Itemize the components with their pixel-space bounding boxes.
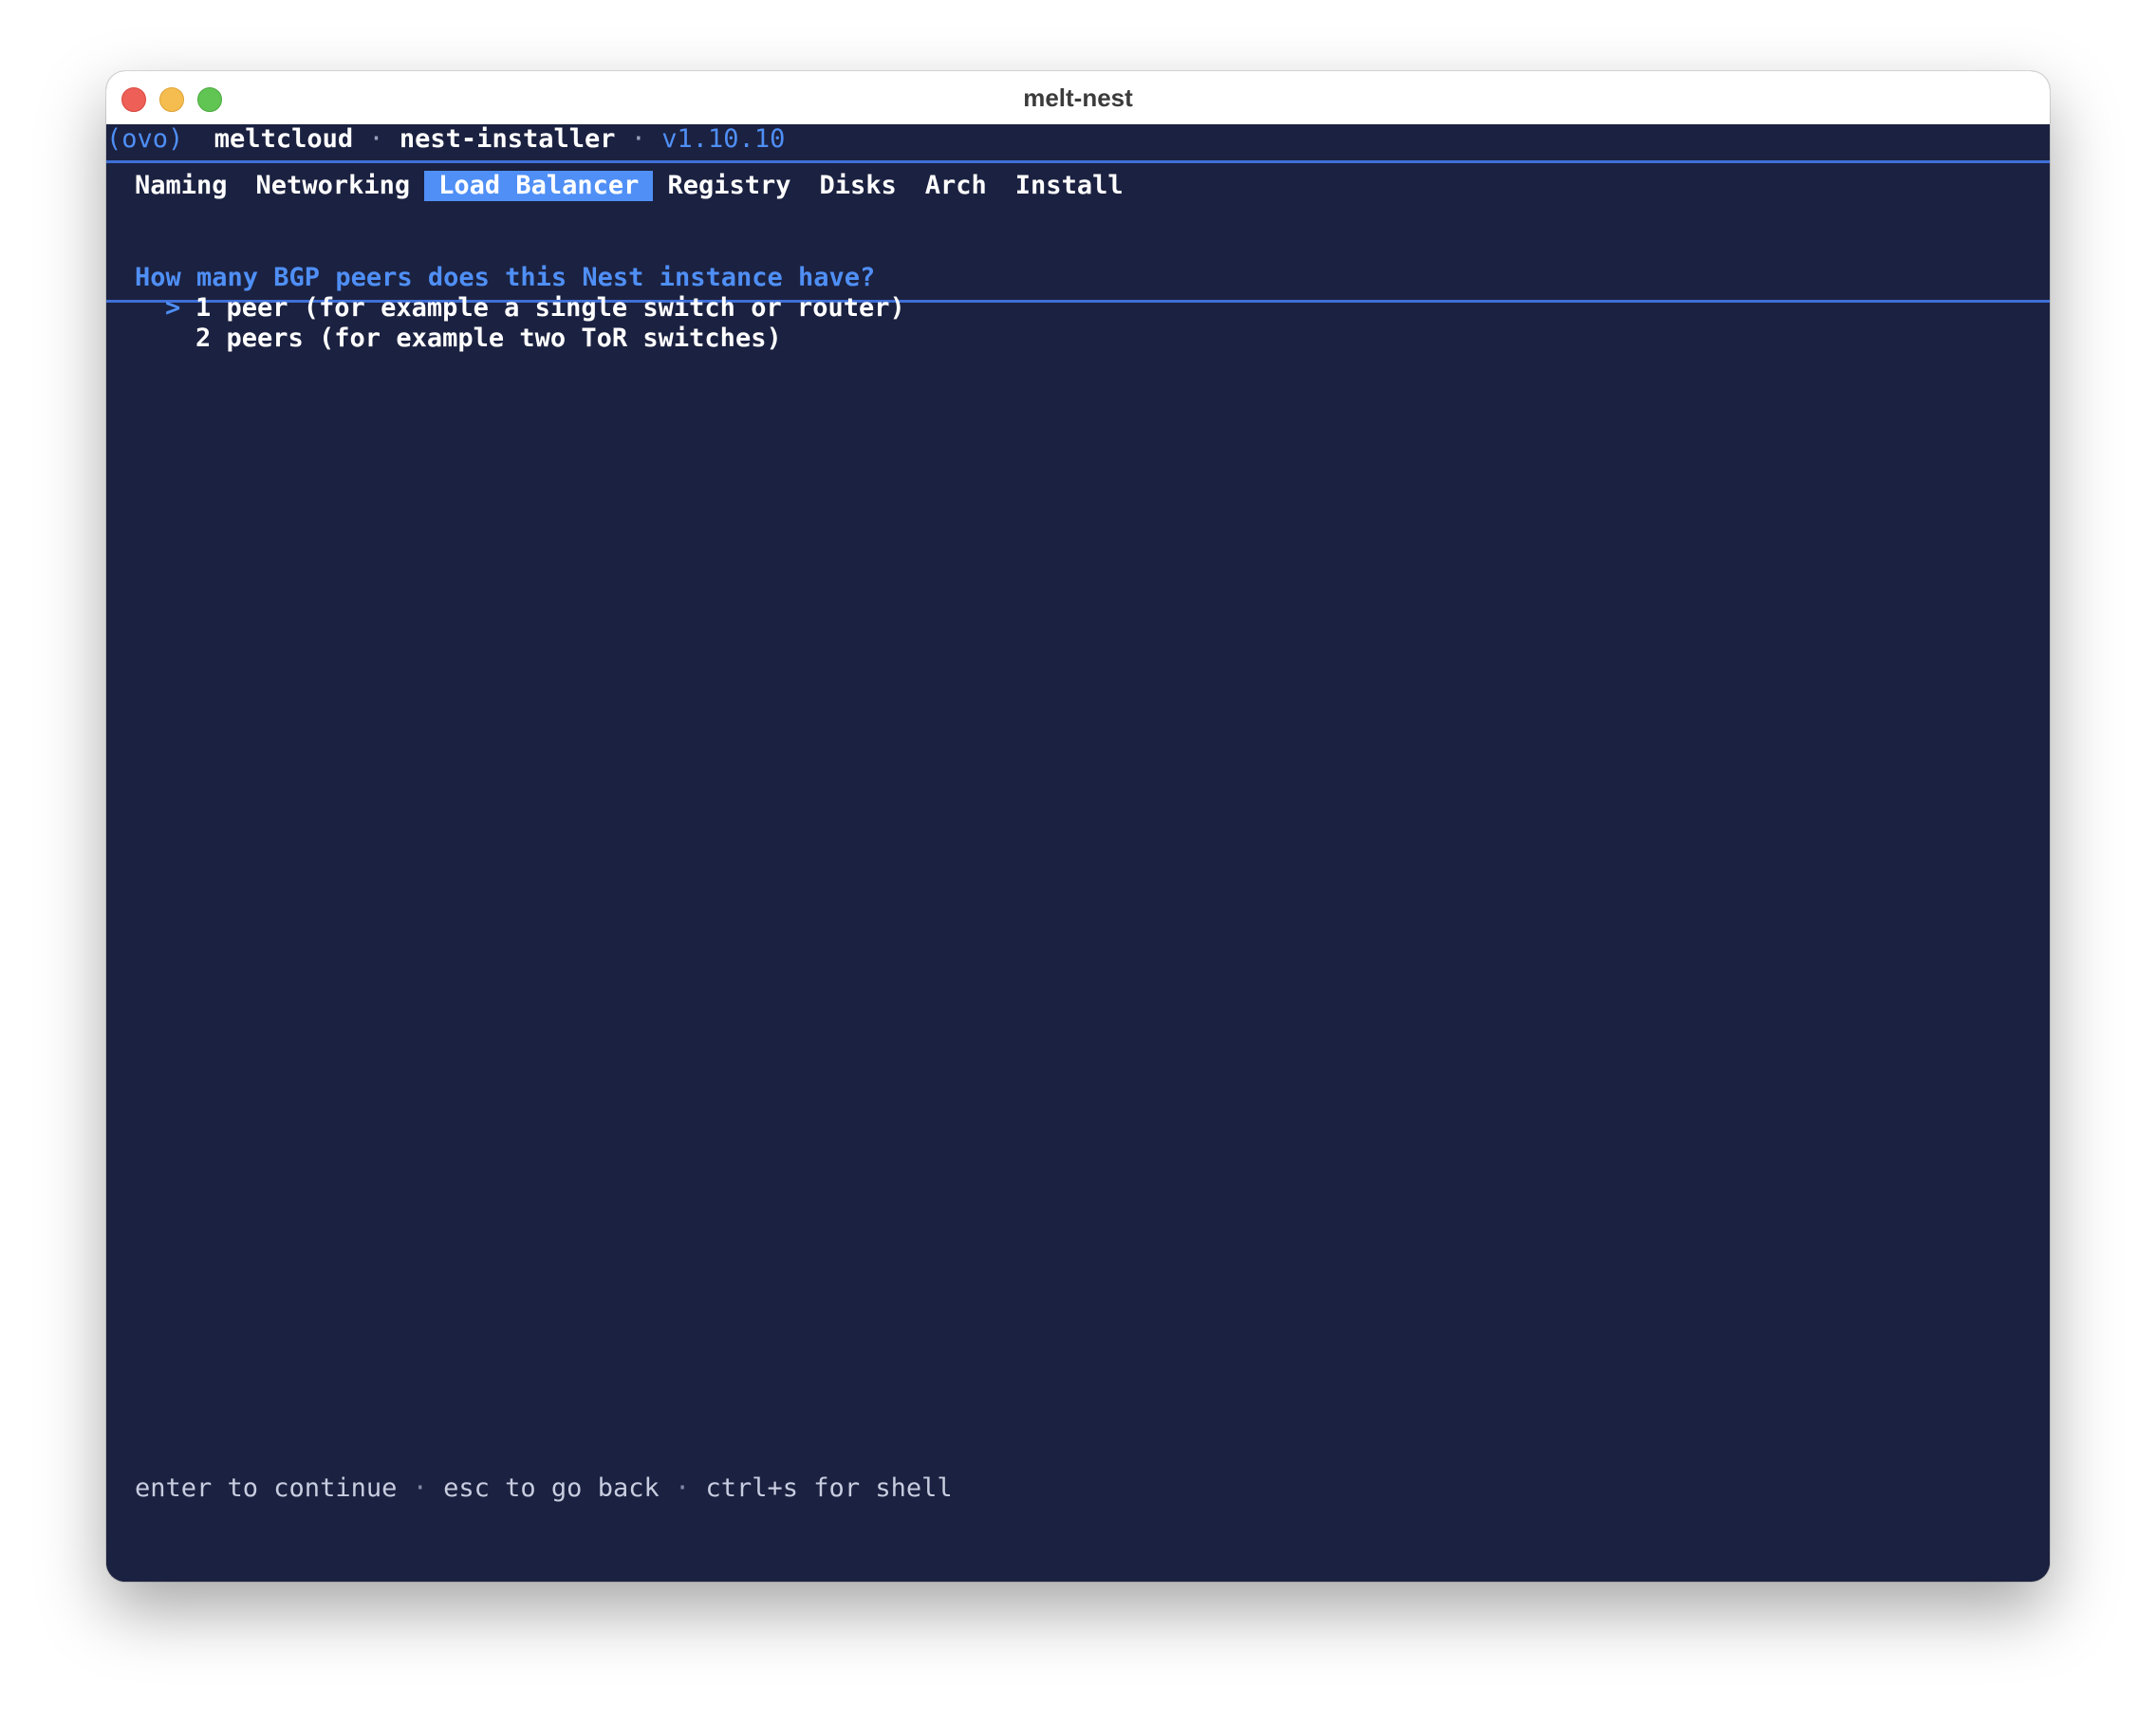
version-label: v1.10.10: [661, 124, 786, 154]
hint-continue: enter to continue: [135, 1473, 398, 1503]
window-title: melt-nest: [1023, 83, 1133, 112]
tab-registry[interactable]: Registry: [653, 171, 805, 201]
option-label: 2 peers (for example two ToR switches): [195, 324, 782, 353]
ovo-logo: (ovo): [106, 124, 184, 154]
tab-load-balancer[interactable]: Load Balancer: [424, 171, 654, 201]
app-name: nest-installer: [399, 124, 616, 154]
hint-separator: ·: [674, 1473, 691, 1503]
tab-disks[interactable]: Disks: [805, 171, 910, 201]
top-divider: [106, 160, 2050, 163]
terminal-screen[interactable]: (ovo) meltcloud · nest-installer · v1.10…: [106, 124, 2050, 1582]
window-titlebar: melt-nest: [106, 71, 2050, 125]
tab-naming[interactable]: Naming: [135, 171, 242, 201]
tab-install[interactable]: Install: [1001, 171, 1138, 201]
option-label: 1 peer (for example a single switch or r…: [195, 293, 905, 323]
option-2-peers[interactable]: 2 peers (for example two ToR switches): [165, 324, 782, 354]
hint-shell: ctrl+s for shell: [705, 1473, 953, 1503]
tab-networking[interactable]: Networking: [242, 171, 425, 201]
product-name: meltcloud: [214, 124, 354, 154]
prompt-question: How many BGP peers does this Nest instan…: [135, 263, 876, 292]
hint-back: esc to go back: [443, 1473, 660, 1503]
hint-separator: ·: [412, 1473, 428, 1503]
step-tabs: Naming Networking Load Balancer Registry…: [135, 169, 1138, 203]
tab-arch[interactable]: Arch: [911, 171, 1001, 201]
header-separator: ·: [630, 124, 647, 154]
option-1-peer[interactable]: >1 peer (for example a single switch or …: [165, 293, 905, 324]
key-hints: enter to continue · esc to go back · ctr…: [135, 1473, 953, 1504]
header-separator: ·: [368, 124, 384, 154]
header-line: (ovo) meltcloud · nest-installer · v1.10…: [106, 124, 785, 155]
terminal-window: melt-nest (ovo) meltcloud · nest-install…: [106, 71, 2050, 1582]
selection-cursor-icon: >: [165, 293, 181, 323]
